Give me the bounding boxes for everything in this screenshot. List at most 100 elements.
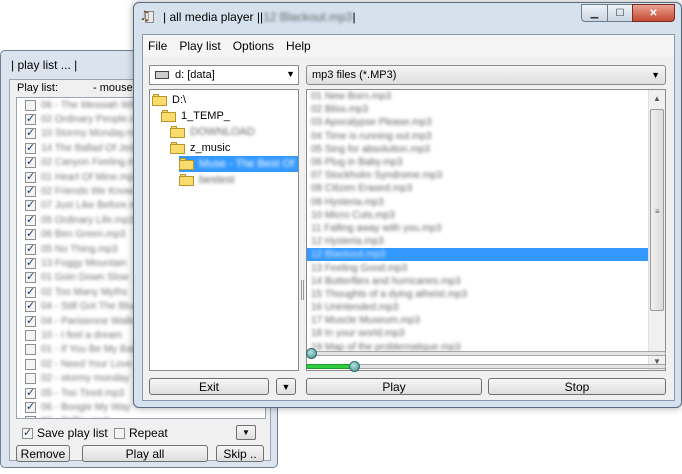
maximize-button[interactable]: ☐	[607, 4, 632, 22]
minimize-button[interactable]: ▁	[581, 4, 607, 22]
grip-icon: ≡	[655, 207, 660, 216]
playlist-item-checkbox[interactable]	[25, 256, 36, 269]
file-list-item[interactable]: 14 Butterflies and hurricanes.mp3	[307, 275, 649, 288]
volume-slider-track[interactable]	[306, 364, 666, 369]
file-list-item[interactable]: 10 Micro Cuts.mp3	[307, 209, 649, 222]
menu-play-list[interactable]: Play list	[173, 39, 226, 53]
file-list-item-label: 03 Apocalypse Please.mp3	[311, 117, 432, 129]
chevron-down-icon: ▼	[651, 70, 660, 80]
file-list-item[interactable]: 02 Bliss.mp3	[307, 103, 649, 116]
playlist-item-checkbox[interactable]	[25, 386, 36, 399]
position-slider-track[interactable]	[306, 351, 666, 356]
file-list-item[interactable]: 15 Thoughts of a dying atheist.mp3	[307, 288, 649, 301]
menu-file[interactable]: File	[143, 39, 173, 53]
playlist-item-checkbox[interactable]	[25, 400, 36, 413]
exit-options-dropdown[interactable]: ▼	[276, 378, 296, 395]
tree-folder-item[interactable]: z_music	[170, 140, 230, 156]
playlist-item-label: 01 Heart Of Mine.mp3	[41, 171, 140, 183]
playlist-item-checkbox[interactable]	[25, 329, 36, 341]
playlist-item-checkbox[interactable]	[25, 285, 36, 298]
playlist-item-checkbox[interactable]	[25, 299, 36, 313]
file-type-select[interactable]: mp3 files (*.MP3) ▼	[306, 65, 666, 85]
file-list-item[interactable]: 08 Citizen Erased.mp3	[307, 182, 649, 195]
tree-folder-label: D:\	[172, 94, 187, 106]
file-list-item[interactable]: 03 Apocalypse Please.mp3	[307, 116, 649, 129]
playlist-item-checkbox[interactable]	[25, 198, 36, 212]
playlist-item-checkbox[interactable]	[25, 373, 36, 385]
playlist-item-checkbox[interactable]	[25, 242, 36, 255]
playlist-item-checkbox[interactable]	[25, 213, 36, 226]
play-all-button[interactable]: Play all	[82, 445, 208, 462]
playlist-item-label: 02 - stormy monday	[41, 373, 130, 385]
file-list-item[interactable]: 18 In your world.mp3	[307, 327, 649, 340]
file-list-item[interactable]: 16 Unintended.mp3	[307, 301, 649, 314]
file-list-item[interactable]: 09 Hysteria.mp3	[307, 196, 649, 209]
playlist-item-checkbox[interactable]	[25, 227, 36, 241]
file-list-item[interactable]: 13 Feeling Good.mp3	[307, 261, 649, 274]
tree-folder-item[interactable]: Muse - The Best Of	[179, 156, 298, 172]
file-list-item[interactable]: 06 Plug in Baby.mp3	[307, 156, 649, 169]
tree-folder-item[interactable]: 1_TEMP_	[161, 108, 230, 124]
playlist-item-checkbox[interactable]	[25, 126, 36, 140]
chevron-down-icon: ▼	[242, 428, 250, 437]
drive-select[interactable]: d: [data] ▼	[149, 65, 299, 85]
save-playlist-option[interactable]: Save play list	[22, 426, 108, 440]
volume-slider-knob[interactable]	[348, 361, 360, 372]
file-list-item-label: 14 Butterflies and hurricanes.mp3	[311, 275, 461, 287]
file-list-item[interactable]: 12 Hysteria.mp3	[307, 235, 649, 248]
scroll-thumb[interactable]: ≡	[650, 109, 664, 311]
position-slider-knob[interactable]	[306, 348, 317, 359]
file-list-item-label: 17 Muscle Museum.mp3	[311, 315, 420, 327]
playlist-item-checkbox[interactable]	[25, 416, 36, 418]
playlist-item-checkbox[interactable]	[25, 170, 36, 183]
menu-help[interactable]: Help	[280, 39, 317, 53]
exit-button[interactable]: Exit	[149, 378, 269, 395]
file-list-item-label: 12 Blackout.mp3	[311, 249, 386, 261]
playlist-item-label: 09 - Driftin.mp3	[41, 416, 109, 418]
tree-folder-item[interactable]: DOWNLOAD	[170, 124, 255, 140]
save-playlist-checkbox[interactable]	[22, 426, 33, 439]
playlist-item-label: 06 - Boogie My Way	[41, 401, 131, 413]
folder-icon	[179, 157, 195, 170]
playlist-item-checkbox[interactable]	[25, 112, 36, 126]
close-icon: ✕	[649, 7, 658, 19]
file-list-item[interactable]: 11 Falling away with you.mp3	[307, 222, 649, 235]
repeat-option[interactable]: Repeat	[114, 426, 168, 440]
tree-folder-item[interactable]: bestest	[179, 172, 234, 188]
file-list-item[interactable]: 05 Sing for absolution.mp3	[307, 143, 649, 156]
scroll-up-arrow-icon[interactable]: ▲	[649, 90, 665, 107]
file-list-item[interactable]: 01 New Born.mp3	[307, 90, 649, 103]
file-list-item[interactable]: 17 Muscle Museum.mp3	[307, 314, 649, 327]
close-button[interactable]: ✕	[632, 4, 675, 22]
file-list-item-label: 11 Falling away with you.mp3	[311, 222, 442, 234]
playlist-item-checkbox[interactable]	[25, 141, 36, 154]
splitter-handle[interactable]	[301, 280, 304, 300]
menu-options[interactable]: Options	[227, 39, 280, 53]
playlist-item-label: 13 Foggy Mountain	[41, 257, 127, 269]
file-list[interactable]: 01 New Born.mp3 02 Bliss.mp3 03 Apocalypse…	[306, 89, 666, 371]
playlist-item-checkbox[interactable]	[25, 270, 36, 284]
playlist-item-checkbox[interactable]	[25, 314, 36, 327]
remove-button[interactable]: Remove	[16, 445, 70, 462]
playlist-item-checkbox[interactable]	[25, 155, 36, 169]
playlist-item[interactable]: 09 - Driftin.mp3	[17, 415, 265, 418]
playlist-item-checkbox[interactable]	[25, 344, 36, 356]
file-list-item[interactable]: 04 Time is running out.mp3	[307, 130, 649, 143]
playlist-item-label: 10 Stormy Monday.mp3	[41, 128, 147, 140]
stop-button[interactable]: Stop	[488, 378, 666, 395]
playlist-menu-dropdown[interactable]: ▼	[236, 425, 256, 440]
folder-tree[interactable]: D:\ 1_TEMP_ DOWNLOAD z_music Muse - The Best…	[149, 89, 299, 371]
playlist-item-checkbox[interactable]	[25, 99, 36, 111]
maximize-icon: ☐	[615, 7, 625, 19]
playlist-item-label: 10 - I feel a dream	[41, 329, 123, 341]
playlist-item-checkbox[interactable]	[25, 358, 36, 370]
file-list-scrollbar[interactable]: ▲ ≡ ▼	[648, 90, 665, 370]
playlist-item-checkbox[interactable]	[25, 184, 36, 198]
file-list-item[interactable]: 12 Blackout.mp3	[307, 248, 649, 262]
skip-button[interactable]: Skip ..	[216, 445, 264, 462]
repeat-checkbox[interactable]	[114, 427, 125, 439]
tree-folder-item[interactable]: D:\	[152, 92, 186, 108]
playlist-item-label: 02 - Need Your Love	[41, 358, 133, 370]
file-list-item[interactable]: 07 Stockholm Syndrome.mp3	[307, 169, 649, 182]
play-button[interactable]: Play	[306, 378, 482, 395]
